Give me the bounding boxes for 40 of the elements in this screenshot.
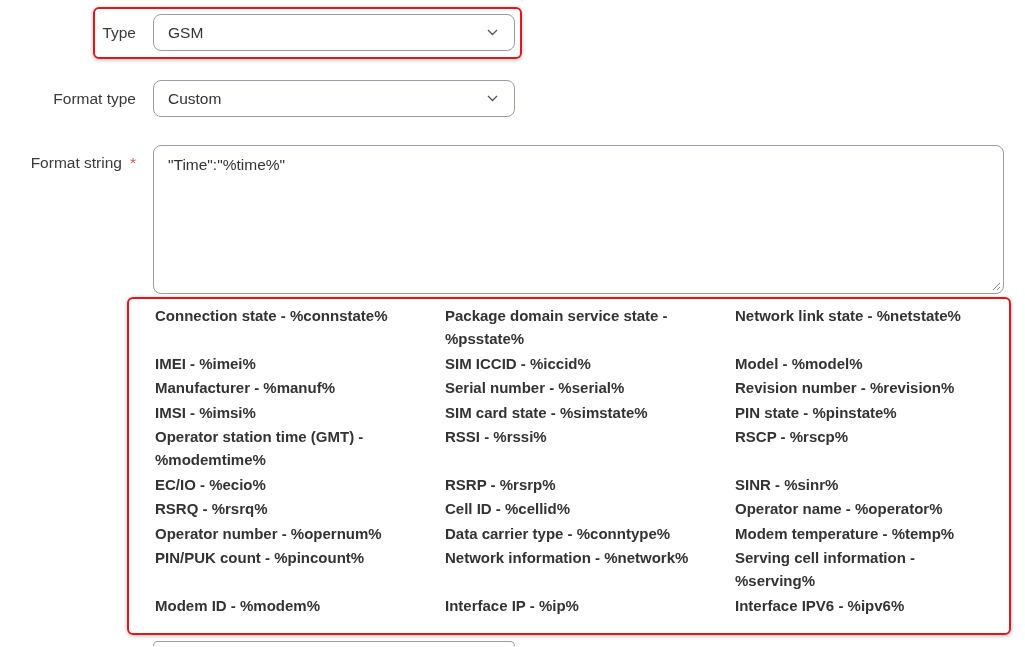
variable-hint: Package domain service state - %psstate%: [445, 306, 669, 349]
variable-hint: Connection state - %connstate%: [155, 306, 389, 326]
variable-hint: Serving cell information - %serving%: [735, 548, 917, 591]
variable-hint: Operator name - %operator%: [735, 499, 944, 519]
variable-hint: Network link state - %netstate%: [735, 306, 962, 326]
variable-hint: Modem ID - %modem%: [155, 595, 321, 616]
text-area-field[interactable]: "Time":"%time%": [153, 145, 1004, 294]
field-label: Format string: [30, 154, 122, 172]
variable-hint: Data carrier type - %conntype%: [445, 523, 672, 544]
variable-hint: SIM card state - %simstate%: [445, 402, 649, 423]
chevron-down-icon: [487, 95, 498, 102]
variable-hint: Cell ID - %cellid%: [445, 499, 572, 519]
chevron-down-icon: [487, 29, 498, 36]
variable-hint: RSRP - %rsrp%: [445, 474, 557, 495]
variable-hint: RSCP - %rscp%: [735, 427, 850, 447]
variable-hint: Revision number - %revision%: [735, 378, 956, 398]
variable-hint: RSRQ - %rsrq%: [155, 499, 269, 519]
variable-hint: IMEI - %imei%: [155, 353, 257, 374]
variable-hint: SIM ICCID - %iccid%: [445, 353, 592, 374]
variable-hint: Operator number - %opernum%: [155, 523, 383, 544]
field-label: Type: [102, 23, 136, 42]
variable-hint: IMSI - %imsi%: [155, 402, 257, 423]
variable-hint: Manufacturer - %manuf%: [155, 378, 337, 398]
variable-hint: Network information - %network%: [445, 548, 690, 568]
field-label: Format type: [53, 89, 136, 108]
variable-hint: Interface IPV6 - %ipv6%: [735, 595, 906, 616]
select-field[interactable]: GSM: [153, 14, 515, 51]
variable-hint: SINR - %sinr%: [735, 474, 840, 495]
variable-hint: EC/IO - %ecio%: [155, 474, 267, 495]
required-mark: *: [129, 154, 136, 172]
variable-hint: RSSI - %rssi%: [445, 427, 548, 447]
variable-hint: Operator station time (GMT) - %modemtime%: [155, 427, 365, 470]
variable-hint: Interface IP - %ip%: [445, 595, 580, 616]
resize-handle-icon[interactable]: [992, 282, 1001, 291]
variable-hint: PIN/PUK count - %pincount%: [155, 548, 366, 568]
variable-hint: Serial number - %serial%: [445, 378, 626, 398]
select-field[interactable]: Custom: [153, 80, 515, 117]
variable-hint: Model - %model%: [735, 353, 864, 374]
variable-hint: PIN state - %pinstate%: [735, 402, 898, 423]
variable-hint: Modem temperature - %temp%: [735, 523, 956, 544]
